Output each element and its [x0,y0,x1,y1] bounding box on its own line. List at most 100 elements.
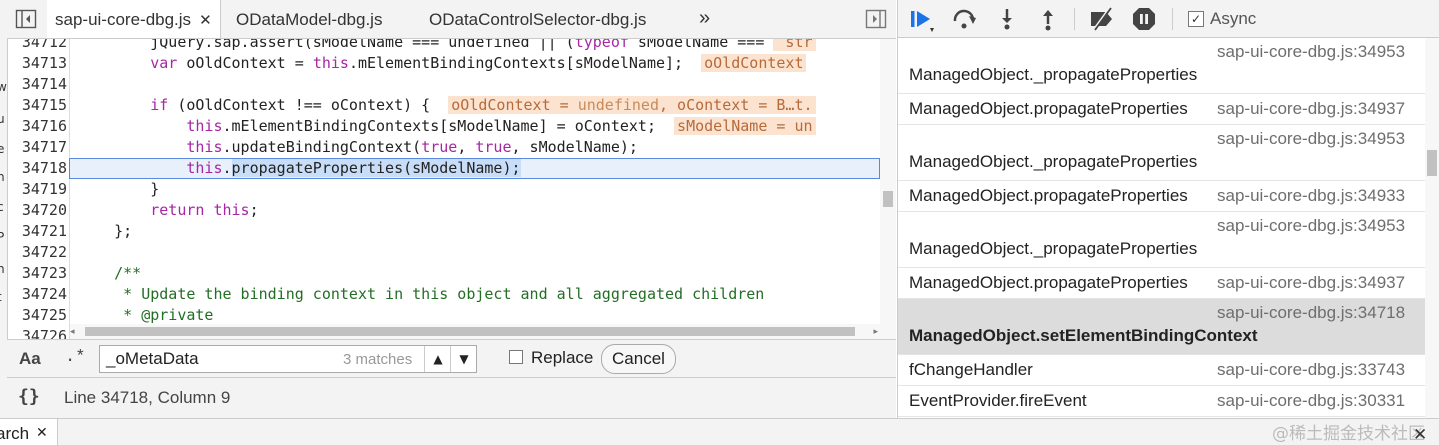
scroll-thumb[interactable] [85,327,855,336]
cancel-button[interactable]: Cancel [601,344,676,374]
call-frame[interactable]: ManagedObject.propagateProperties sap-ui-… [898,181,1425,212]
call-frame[interactable]: ManagedObject._propagateProperties sap-ui… [898,38,1425,94]
call-frame[interactable]: ManagedObject._propagateProperties sap-ui… [898,125,1425,181]
frame-location[interactable]: sap-ui-core-dbg.js:34953 [1217,129,1405,149]
more-tabs-button[interactable]: » [699,0,710,38]
close-icon[interactable]: ✕ [36,425,48,441]
scroll-right-icon[interactable]: ▸ [873,327,878,337]
resume-icon[interactable] [908,6,934,32]
clipped-char: c [0,200,4,214]
frame-function-name: ManagedObject._propagateProperties [909,239,1198,258]
editor-tab-bar: sap-ui-core-dbg.js ✕ ODataModel-dbg.js OD… [7,0,896,39]
frame-function-name: fChangeHandler [909,360,1033,379]
replace-label: Replace [531,348,594,367]
code-line: 34713 var oOldContext = this.mElementBin… [7,53,880,74]
bottom-drawer: arch ✕ @稀土掘金技术社区 ✕ [0,418,1439,445]
code-line: 34724 * Update the binding context in th… [21,285,765,303]
frame-function-name: ManagedObject.propagateProperties [909,186,1188,205]
tab-label: sap-ui-core-dbg.js [55,10,192,29]
match-case-button[interactable]: Aa [19,349,41,369]
editor-status-bar: {} Line 34718, Column 9 [7,377,896,418]
clipped-char: h [0,170,5,184]
close-icon[interactable]: ✕ [199,12,212,29]
code-line: 34725 * @private [21,306,214,324]
pause-on-exceptions-icon[interactable] [1131,6,1157,32]
code-line: 34712 jQuery.sap.assert(sModelName === u… [7,39,880,53]
match-count: 3 matches [343,351,413,368]
frame-function-name: ManagedObject.setElementBindingContext [909,326,1258,345]
frame-location[interactable]: sap-ui-core-dbg.js:34953 [1217,42,1405,62]
call-frame[interactable]: EventProvider.fireEvent sap-ui-core-dbg.j… [898,386,1425,417]
code-line: 34722 [21,243,67,261]
scroll-thumb[interactable] [1427,150,1437,176]
debugger-sidebar: ✓ Async ManagedObject._propagateProperti… [897,0,1439,418]
tab-odatamodel[interactable]: ODataModel-dbg.js [236,0,382,38]
code-line-current: 34718 this.propagateProperties(sModelNam… [21,159,521,177]
tab-odatacontrolselector[interactable]: ODataControlSelector-dbg.js [429,0,646,38]
watermark: @稀土掘金技术社区 [1272,424,1425,444]
frame-location[interactable]: sap-ui-core-dbg.js:34937 [1217,273,1405,293]
selected-text: propagateProperties(sModelName); [231,159,521,177]
tab-sap-ui-core[interactable]: sap-ui-core-dbg.js ✕ [47,0,221,38]
call-frame[interactable]: fChangeHandler sap-ui-core-dbg.js:33743 [898,355,1425,386]
code-line: 34715 if (oOldContext !== oContext) { oO… [7,95,880,116]
frame-function-name: ManagedObject._propagateProperties [909,152,1198,171]
async-checkbox[interactable]: ✓ [1188,11,1204,27]
scroll-thumb[interactable] [883,191,893,207]
call-stack-scrollbar[interactable] [1425,38,1439,418]
toggle-navigator-icon[interactable] [15,9,37,29]
scroll-left-icon[interactable]: ◂ [70,327,75,337]
frame-function-name: ManagedObject._propagateProperties [909,65,1198,84]
find-bar: Aa .* _oMetaData 3 matches ▲ ▼ Replace C… [7,339,896,377]
clipped-char: w [0,80,7,94]
frame-location[interactable]: sap-ui-core-dbg.js:33743 [1217,360,1405,380]
code-line: 34723 /** [21,264,142,282]
call-frame[interactable]: ManagedObject.setElementBindingContext sa… [898,299,1425,355]
code-area[interactable]: 34712 jQuery.sap.assert(sModelName === u… [7,39,880,339]
frame-location[interactable]: sap-ui-core-dbg.js:34937 [1217,99,1405,119]
code-line: 34721 }; [21,222,133,240]
horizontal-scrollbar[interactable]: ◂ ▸ [70,324,880,339]
drawer-tab-label: arch [0,424,30,443]
step-into-icon[interactable] [994,6,1020,32]
find-input-wrapper: _oMetaData 3 matches ▲ ▼ [99,345,477,373]
toggle-debugger-icon[interactable] [865,9,887,29]
source-editor: sap-ui-core-dbg.js ✕ ODataModel-dbg.js OD… [7,0,896,418]
frame-function-name: EventProvider.fireEvent [909,391,1087,410]
frame-function-name: ManagedObject.propagateProperties [909,273,1188,292]
clipped-char: P [0,230,4,244]
call-stack: ManagedObject._propagateProperties sap-ui… [898,38,1425,418]
pretty-print-button[interactable]: {} [18,386,40,407]
step-over-icon[interactable] [951,6,977,32]
replace-checkbox[interactable] [509,350,523,364]
find-previous-button[interactable]: ▲ [424,346,451,372]
frame-location[interactable]: sap-ui-core-dbg.js:34718 [1217,303,1405,323]
inline-value: oOldContext = undefined, oContext = B…t. [448,96,816,114]
code-line: 34720 return this; [21,201,259,219]
frame-location[interactable]: sap-ui-core-dbg.js:34953 [1217,216,1405,236]
step-out-icon[interactable] [1035,6,1061,32]
code-line: 34717 this.updateBindingContext(true, tr… [21,138,638,156]
search-input[interactable]: _oMetaData [106,349,199,369]
call-frame[interactable]: ManagedObject.propagateProperties sap-ui-… [898,268,1425,299]
deactivate-breakpoints-icon[interactable] [1088,6,1114,32]
clipped-char: n [0,262,5,276]
vertical-scrollbar[interactable] [880,39,896,339]
clipped-char: e [0,142,4,156]
tab-label: ODataModel-dbg.js [236,10,383,29]
code-line: 34714 [21,75,67,93]
frame-location[interactable]: sap-ui-core-dbg.js:34933 [1217,186,1405,206]
frame-location[interactable]: sap-ui-core-dbg.js:30331 [1217,391,1405,411]
drawer-tab-search[interactable]: arch ✕ [0,419,58,445]
find-next-button[interactable]: ▼ [450,346,477,372]
clipped-char: t [0,290,2,304]
call-frame[interactable]: ManagedObject.propagateProperties sap-ui-… [898,94,1425,125]
regex-button[interactable]: .* [65,348,85,367]
tab-label: ODataControlSelector-dbg.js [429,10,647,29]
call-frame[interactable]: ManagedObject._propagateProperties sap-ui… [898,212,1425,268]
inline-value: oOldContext [701,54,807,72]
debugger-toolbar: ✓ Async [898,0,1439,38]
cursor-position: Line 34718, Column 9 [64,388,231,407]
code-line: 34719 } [21,180,160,198]
close-drawer-icon[interactable]: ✕ [1413,425,1427,445]
